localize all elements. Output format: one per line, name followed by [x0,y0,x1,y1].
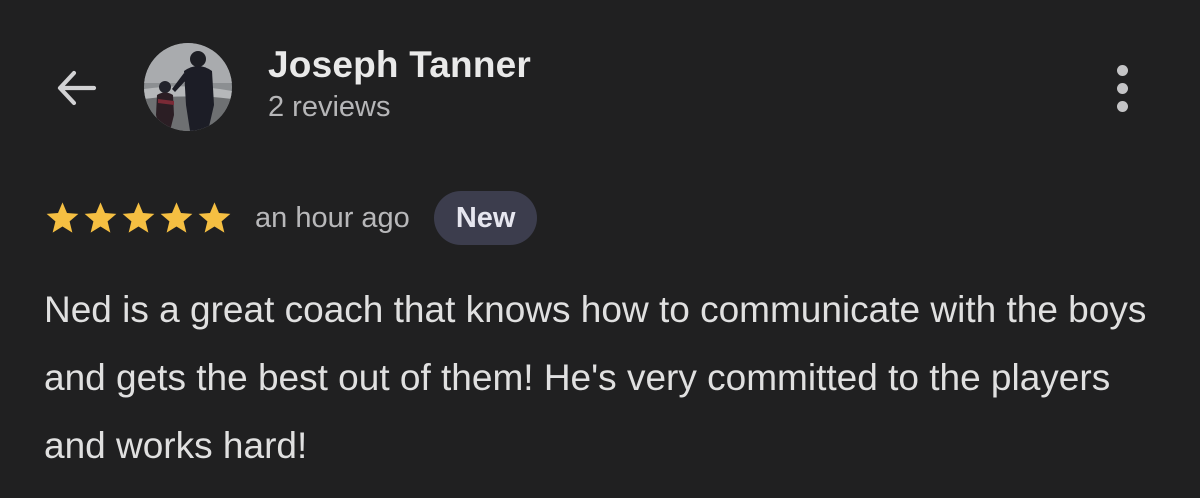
review-time: an hour ago [255,201,410,234]
avatar[interactable] [144,43,232,131]
review-meta: an hour ago New [44,190,538,246]
avatar-photo [144,43,232,131]
more-vertical-icon-dot [1116,100,1128,112]
star-icon [160,201,193,233]
star-icon [122,201,155,233]
new-badge: New [433,191,538,245]
review-detail-screen: Joseph Tanner 2 reviews an hour ago New … [0,0,1200,498]
review-text: Ned is a great coach that knows how to c… [44,289,1147,466]
star-icon [84,201,117,233]
star-rating [44,200,233,237]
star-icon [198,201,231,233]
review-count: 2 reviews [268,91,391,123]
reviewer-name[interactable]: Joseph Tanner [268,44,531,86]
star-icon [46,201,79,233]
more-options-button[interactable] [1100,56,1144,120]
back-button[interactable] [46,60,106,116]
arrow-left-icon [57,70,97,106]
more-vertical-icon-dot [1116,82,1128,94]
more-vertical-icon [1116,64,1128,76]
